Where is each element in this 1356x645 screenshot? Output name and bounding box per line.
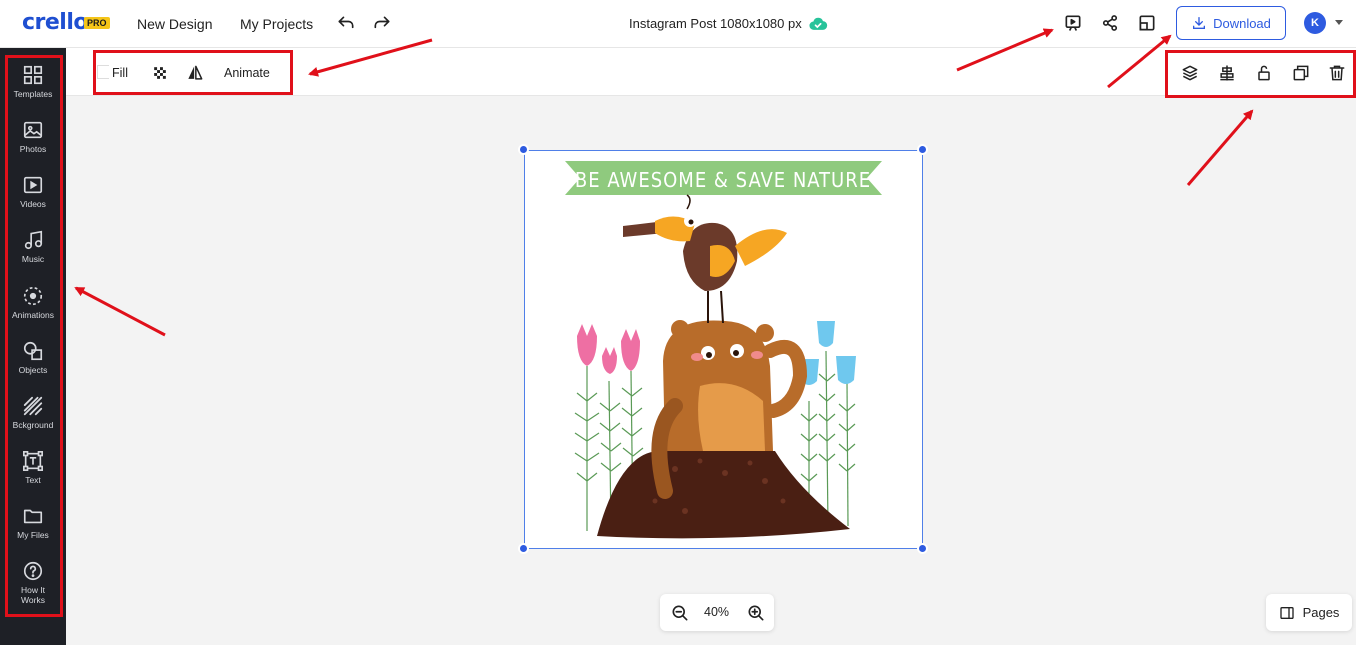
crello-logo[interactable]: crello [22, 10, 89, 35]
annotation-box-toolbar-left [93, 50, 293, 95]
arrow-to-sidebar [74, 286, 166, 337]
download-label: Download [1213, 15, 1271, 31]
zoom-control: 40% [660, 594, 774, 631]
document-title[interactable]: Instagram Post 1080x1080 px [629, 16, 802, 31]
zoom-out-icon[interactable] [668, 601, 692, 625]
download-button[interactable]: Download [1176, 6, 1286, 40]
resize-handle-bottom-right[interactable] [917, 543, 928, 554]
preview-play-icon[interactable] [1061, 11, 1085, 35]
design-canvas[interactable]: BE AWESOME & SAVE NATURE [524, 150, 923, 549]
banner-text: BE AWESOME & SAVE NATURE [575, 168, 871, 192]
chevron-down-icon[interactable] [1335, 20, 1343, 25]
top-bar: crello PRO New Design My Projects Instag… [0, 0, 1356, 48]
resize-icon[interactable] [1135, 11, 1159, 35]
annotation-box-sidebar [5, 55, 63, 617]
download-icon [1193, 17, 1206, 29]
pages-panel-icon [1279, 606, 1294, 619]
pages-button[interactable]: Pages [1266, 594, 1352, 631]
resize-handle-bottom-left[interactable] [518, 543, 529, 554]
my-projects-link[interactable]: My Projects [240, 16, 313, 32]
cloud-saved-icon [809, 17, 828, 30]
zoom-level: 40% [704, 605, 730, 619]
annotation-box-toolbar-right [1165, 50, 1356, 98]
pages-label: Pages [1302, 605, 1340, 620]
zoom-in-icon[interactable] [744, 601, 768, 625]
undo-icon[interactable] [334, 12, 358, 36]
nature-illustration[interactable]: BE AWESOME & SAVE NATURE [525, 151, 921, 547]
user-avatar[interactable]: K [1304, 12, 1326, 34]
share-icon[interactable] [1098, 11, 1122, 35]
resize-handle-top-left[interactable] [518, 144, 529, 155]
new-design-link[interactable]: New Design [137, 16, 212, 32]
redo-icon[interactable] [370, 12, 394, 36]
arrow-to-toolbar-right [1186, 109, 1254, 186]
resize-handle-top-right[interactable] [917, 144, 928, 155]
pro-badge: PRO [84, 17, 110, 29]
